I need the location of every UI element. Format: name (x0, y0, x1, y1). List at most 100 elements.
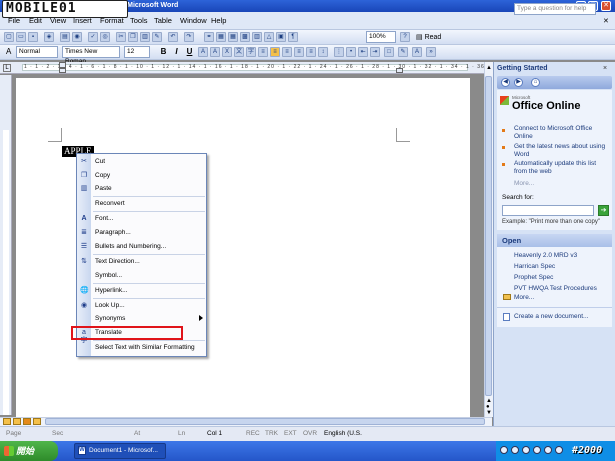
menu-bullets-numbering[interactable]: Bullets and Numbering... (95, 243, 166, 251)
tables-borders-icon[interactable]: ▦ (216, 32, 226, 42)
search-go-icon[interactable]: ➔ (598, 205, 609, 216)
menu-cut[interactable]: Cut (95, 158, 105, 166)
font-color-icon[interactable]: A (412, 47, 422, 57)
menu-select-similar-formatting[interactable]: Select Text with Similar Formatting (95, 344, 195, 352)
link-latest-news[interactable]: Get the latest news about using Word (514, 143, 610, 159)
copy-icon[interactable]: ❐ (128, 32, 138, 42)
tray-icon[interactable] (533, 446, 541, 454)
home-icon[interactable]: ⌂ (531, 78, 540, 87)
show-hide-icon[interactable]: ¶ (288, 32, 298, 42)
open-more-link[interactable]: More... (514, 294, 534, 302)
taskbar-word-button[interactable]: Document1 - Microsof... (74, 443, 166, 459)
toolbar-options-icon[interactable]: » (426, 47, 436, 57)
menu-symbol[interactable]: Symbol... (95, 272, 122, 280)
menu-synonyms[interactable]: Synonyms (95, 315, 125, 323)
highlight-icon[interactable]: ✎ (398, 47, 408, 57)
enclose-characters-icon[interactable]: 字 (246, 47, 256, 57)
bold-button[interactable]: B (158, 47, 169, 57)
permission-icon[interactable]: ◈ (44, 32, 54, 42)
character-shading-icon[interactable]: A (210, 47, 220, 57)
status-ext[interactable]: EXT (284, 430, 297, 437)
task-pane-title[interactable]: Getting Started (497, 64, 548, 74)
network-icon[interactable] (555, 446, 563, 454)
menu-font[interactable]: Font... (95, 215, 113, 223)
paste-icon[interactable]: ▥ (140, 32, 150, 42)
read-button[interactable]: ▤ Read (416, 33, 441, 41)
align-left-icon[interactable]: ≡ (270, 47, 280, 57)
tab-selector-icon[interactable]: L (3, 64, 11, 72)
print-layout-view-icon[interactable] (23, 418, 31, 425)
open-file-item[interactable]: Harrican Spec (514, 263, 555, 271)
right-indent-marker[interactable] (396, 68, 403, 73)
bullets-toolbar-icon[interactable]: • (346, 47, 356, 57)
volume-icon[interactable] (544, 446, 552, 454)
columns-icon[interactable]: ▥ (252, 32, 262, 42)
scroll-up-icon[interactable]: ▲ (486, 65, 492, 71)
spelling-icon[interactable]: ✓ (88, 32, 98, 42)
format-painter-icon[interactable]: ✎ (152, 32, 162, 42)
hanging-indent-marker[interactable] (59, 68, 66, 73)
menu-hyperlink[interactable]: Hyperlink... (95, 287, 128, 295)
numbering-icon[interactable]: ⋮ (334, 47, 344, 57)
hyperlink-toolbar-icon[interactable]: ⚭ (204, 32, 214, 42)
align-center-icon[interactable]: ≡ (282, 47, 292, 57)
vertical-scroll-thumb[interactable] (485, 76, 492, 396)
back-icon[interactable]: ◀ (501, 78, 510, 87)
align-right-icon[interactable]: ≡ (294, 47, 304, 57)
new-document-icon[interactable]: ▢ (4, 32, 14, 42)
more-link[interactable]: More... (514, 180, 534, 187)
menu-copy[interactable]: Copy (95, 172, 110, 180)
justify-icon[interactable]: ≡ (306, 47, 316, 57)
zoom-combo[interactable]: 100% (366, 31, 396, 43)
help-icon[interactable]: ? (400, 32, 410, 42)
tray-icon[interactable] (500, 446, 508, 454)
open-file-item[interactable]: PVT HWQA Test Procedures (514, 285, 597, 293)
menu-table[interactable]: Table (154, 16, 172, 26)
bluetooth-icon[interactable] (522, 446, 530, 454)
font-combo[interactable]: Times New Roman (62, 46, 120, 65)
outline-view-icon[interactable] (33, 418, 41, 425)
menu-text-direction[interactable]: Text Direction... (95, 258, 140, 266)
print-preview-icon[interactable]: ◉ (72, 32, 82, 42)
line-spacing-icon[interactable]: ↕ (318, 47, 328, 57)
normal-view-icon[interactable] (3, 418, 11, 425)
open-icon[interactable]: ▭ (16, 32, 26, 42)
tray-icon[interactable] (511, 446, 519, 454)
distributed-icon[interactable]: ≡ (258, 47, 268, 57)
italic-button[interactable]: I (171, 47, 182, 57)
open-file-item[interactable]: Heavenly 2.0 MRD v3 (514, 252, 577, 260)
next-page-icon[interactable]: ▼ (486, 410, 492, 416)
insert-excel-icon[interactable]: ▩ (240, 32, 250, 42)
phonetic-guide-icon[interactable]: 文 (234, 47, 244, 57)
research-icon[interactable]: ◎ (100, 32, 110, 42)
save-icon[interactable]: ▪ (28, 32, 38, 42)
undo-icon[interactable]: ↶ (168, 32, 178, 42)
increase-indent-icon[interactable]: ⇥ (370, 47, 380, 57)
character-border-icon[interactable]: A (198, 47, 208, 57)
menu-reconvert[interactable]: Reconvert (95, 200, 125, 208)
redo-icon[interactable]: ↷ (184, 32, 194, 42)
style-combo[interactable]: Normal (16, 46, 58, 58)
menu-help[interactable]: Help (211, 16, 226, 26)
web-layout-view-icon[interactable] (13, 418, 21, 425)
status-rec[interactable]: REC (246, 430, 260, 437)
open-file-item[interactable]: Prophet Spec (514, 274, 553, 282)
help-search-input[interactable]: Type a question for help (514, 3, 596, 15)
print-icon[interactable]: ▤ (60, 32, 70, 42)
close-button[interactable]: ✕ (601, 1, 611, 11)
menu-paragraph[interactable]: Paragraph... (95, 229, 131, 237)
task-pane-close-icon[interactable]: × (603, 64, 607, 74)
create-new-document-link[interactable]: Create a new document... (514, 313, 588, 320)
status-ovr[interactable]: OVR (303, 430, 317, 437)
styles-pane-icon[interactable]: A (6, 47, 11, 56)
document-map-icon[interactable]: ▣ (276, 32, 286, 42)
insert-table-icon[interactable]: ▦ (228, 32, 238, 42)
search-input[interactable] (502, 205, 594, 216)
drawing-icon[interactable]: △ (264, 32, 274, 42)
close-document-icon[interactable]: ✕ (603, 17, 609, 25)
link-auto-update[interactable]: Automatically update this list from the … (514, 160, 610, 176)
link-connect-office-online[interactable]: Connect to Microsoft Office Online (514, 125, 610, 141)
menu-look-up[interactable]: Look Up... (95, 302, 125, 310)
menu-tools[interactable]: Tools (130, 16, 148, 26)
forward-icon[interactable]: ▶ (514, 78, 523, 87)
